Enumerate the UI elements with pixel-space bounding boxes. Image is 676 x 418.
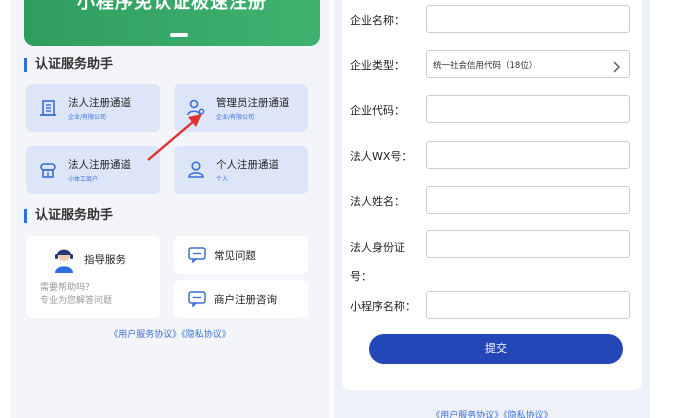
- company-name-input[interactable]: [426, 5, 630, 33]
- company-type-label: 企业类型：: [350, 59, 405, 72]
- merchant-consult-title: 商户注册咨询: [214, 294, 277, 306]
- left-panel: 小程序免认证极速注册 认证服务助手 法人注册通道 企业/有限公司 管理员注册通道…: [10, 0, 330, 418]
- registration-form: 企业名称： 企业类型： 统一社会信用代码（18位） 企业代码： 法人WX号： 法…: [342, 0, 642, 390]
- company-name-label: 企业名称：: [350, 14, 405, 27]
- legal-id-label-cont: 号：: [350, 270, 372, 283]
- service-hint-line2: 专业为您解答问题: [40, 296, 113, 306]
- chat-icon: [188, 291, 206, 308]
- company-code-label: 企业代码：: [350, 104, 405, 117]
- chevron-right-icon: [611, 58, 621, 73]
- red-arrow-annotation: [147, 114, 202, 161]
- legal-id-input[interactable]: [426, 230, 630, 258]
- guidance-service-title: 指导服务: [84, 254, 126, 266]
- right-panel: 企业名称： 企业类型： 统一社会信用代码（18位） 企业代码： 法人WX号： 法…: [334, 0, 650, 418]
- submit-button[interactable]: 提交: [369, 334, 623, 364]
- card-subtitle: 小体工商户: [68, 176, 99, 183]
- company-type-select[interactable]: 统一社会信用代码（18位）: [426, 50, 630, 78]
- legal-id-label: 法人身份证: [350, 241, 405, 254]
- legal-wx-input[interactable]: [426, 141, 630, 169]
- guidance-service-card[interactable]: 指导服务 需要帮助吗？ 专业为您解答问题: [26, 236, 160, 318]
- faq-title: 常见问题: [214, 250, 256, 262]
- legal-name-label: 法人姓名：: [350, 195, 405, 208]
- legal-name-input[interactable]: [426, 186, 630, 214]
- section-title-assistant-2: 认证服务助手: [24, 209, 113, 223]
- faq-link[interactable]: 常见问题: [174, 236, 308, 274]
- mini-program-name-input[interactable]: [426, 291, 630, 319]
- merchant-consult-link[interactable]: 商户注册咨询: [174, 280, 308, 318]
- legal-wx-label: 法人WX号：: [350, 150, 413, 163]
- agreement-links-right[interactable]: 《用户服务协议》《隐私协议》: [342, 408, 642, 418]
- service-hint-line1: 需要帮助吗？: [40, 283, 95, 293]
- chat-icon: [188, 247, 206, 264]
- card-subtitle: 个人: [216, 176, 229, 183]
- company-code-input[interactable]: [426, 95, 630, 123]
- mini-program-name-label: 小程序名称：: [350, 300, 416, 313]
- company-type-value: 统一社会信用代码（18位）: [433, 61, 538, 71]
- support-agent-icon: [52, 246, 76, 274]
- agreement-links[interactable]: 《用户服务协议》《隐私协议》: [10, 327, 330, 340]
